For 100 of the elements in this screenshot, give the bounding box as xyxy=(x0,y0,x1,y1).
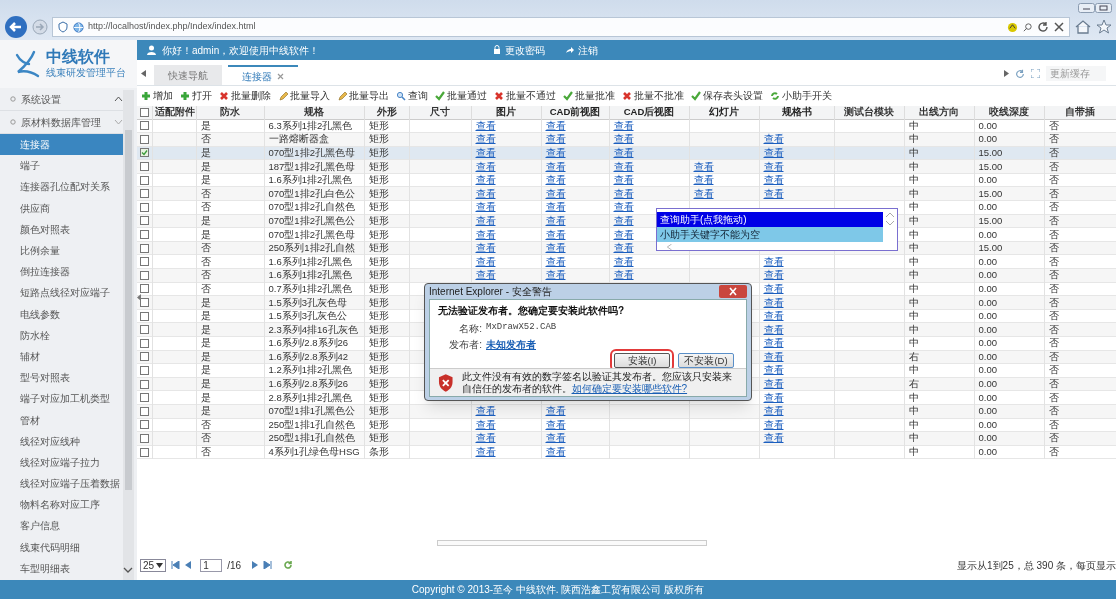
view-link[interactable]: 查看 xyxy=(545,242,566,254)
column-header[interactable]: 规格书 xyxy=(781,106,812,118)
checkbox[interactable] xyxy=(140,270,149,280)
view-link[interactable]: 查看 xyxy=(763,147,784,158)
view-link[interactable]: 查看 xyxy=(475,432,496,444)
helper-item[interactable]: 小助手关键字不能为空 xyxy=(657,227,883,242)
column-header[interactable]: CAD后视图 xyxy=(623,106,675,118)
refresh-icon[interactable] xyxy=(1037,21,1049,33)
scroll-down-icon[interactable] xyxy=(123,566,133,574)
view-link[interactable]: 查看 xyxy=(545,174,566,186)
reload-icon[interactable] xyxy=(283,560,294,570)
tab[interactable]: 快速导航 xyxy=(154,65,222,85)
view-link[interactable]: 查看 xyxy=(613,147,634,158)
view-link[interactable]: 查看 xyxy=(545,446,566,458)
view-link[interactable]: 查看 xyxy=(693,187,714,199)
view-link[interactable]: 查看 xyxy=(613,119,634,131)
toolbar-button[interactable]: 批量导入 xyxy=(278,88,330,104)
scroll-left-icon[interactable] xyxy=(141,70,146,77)
scrollbar[interactable] xyxy=(123,90,134,580)
view-link[interactable]: 查看 xyxy=(763,364,784,376)
view-link[interactable]: 查看 xyxy=(545,160,566,172)
view-link[interactable]: 查看 xyxy=(763,282,784,294)
view-link[interactable]: 查看 xyxy=(475,174,496,186)
star-icon[interactable] xyxy=(1096,19,1112,35)
page-size-select[interactable]: 25 xyxy=(140,558,167,572)
toolbar-button[interactable]: 批量批准 xyxy=(563,88,615,104)
view-link[interactable]: 查看 xyxy=(475,405,496,417)
sidebar-item[interactable]: 倒拉连接器 xyxy=(0,261,123,283)
view-link[interactable]: 查看 xyxy=(763,350,784,362)
last-page-icon[interactable] xyxy=(263,561,273,569)
column-header[interactable]: 防水 xyxy=(220,106,240,118)
helper-popup[interactable]: 查询助手(点我拖动) 小助手关键字不能为空 xyxy=(656,208,898,251)
top-bar-link[interactable]: 注销 xyxy=(565,42,598,58)
view-link[interactable]: 查看 xyxy=(613,269,634,281)
toolbar-button[interactable]: 批量通过 xyxy=(435,88,487,104)
view-link[interactable]: 查看 xyxy=(613,187,634,199)
view-link[interactable]: 查看 xyxy=(763,160,784,172)
toolbar-button[interactable]: 小助手开关 xyxy=(770,88,832,104)
address-bar[interactable]: http://localhost/index.php/Index/index.html xyxy=(52,17,1070,37)
view-link[interactable]: 查看 xyxy=(545,405,566,417)
checkbox[interactable] xyxy=(140,243,149,253)
checkbox[interactable] xyxy=(140,311,149,321)
view-link[interactable]: 查看 xyxy=(763,432,784,444)
sidebar-item[interactable]: 端子对应加工机类型 xyxy=(0,388,123,410)
checkbox[interactable] xyxy=(140,420,149,430)
helper-item[interactable]: 查询助手(点我拖动) xyxy=(657,212,883,227)
checkbox[interactable] xyxy=(140,447,149,457)
view-link[interactable]: 查看 xyxy=(763,337,784,349)
sidebar-item[interactable]: 电线参数 xyxy=(0,303,123,325)
horizontal-scrollbar[interactable] xyxy=(437,540,707,546)
checkbox[interactable] xyxy=(140,121,149,131)
view-link[interactable]: 查看 xyxy=(545,201,566,213)
view-link[interactable]: 查看 xyxy=(763,391,784,403)
column-header[interactable]: 尺寸 xyxy=(430,106,450,118)
sidebar-item[interactable]: 管材 xyxy=(0,409,123,431)
checkbox[interactable] xyxy=(140,406,149,416)
dialog-button[interactable]: 不安装(D) xyxy=(678,353,734,368)
checkbox[interactable] xyxy=(140,189,149,199)
view-link[interactable]: 查看 xyxy=(545,269,566,281)
view-link[interactable]: 查看 xyxy=(545,228,566,240)
view-link[interactable]: 查看 xyxy=(545,119,566,131)
tab[interactable]: 连接器 xyxy=(228,65,298,85)
checkbox[interactable] xyxy=(140,284,149,294)
column-header[interactable]: 外形 xyxy=(376,106,397,118)
sidebar-item[interactable]: 连接器 xyxy=(0,134,123,156)
column-header[interactable]: 图片 xyxy=(496,106,516,118)
checkbox[interactable] xyxy=(140,202,149,212)
view-link[interactable]: 查看 xyxy=(613,228,634,240)
column-header[interactable]: CAD前视图 xyxy=(549,106,601,118)
sidebar-item[interactable]: 线径对应端子拉力 xyxy=(0,451,123,473)
toolbar-button[interactable]: 查询 xyxy=(396,88,428,104)
sidebar-item[interactable]: 客户信息 xyxy=(0,515,123,537)
checkbox[interactable] xyxy=(140,366,149,375)
view-link[interactable]: 查看 xyxy=(763,174,784,186)
view-link[interactable]: 查看 xyxy=(613,133,634,145)
view-link[interactable]: 查看 xyxy=(763,418,784,430)
toolbar-button[interactable]: 批量不批准 xyxy=(622,88,684,104)
column-header[interactable]: 测试台模块 xyxy=(844,106,894,118)
view-link[interactable]: 查看 xyxy=(763,296,784,308)
first-page-icon[interactable] xyxy=(171,561,181,569)
checkbox[interactable] xyxy=(140,162,149,172)
publisher-link[interactable]: 未知发布者 xyxy=(486,337,536,352)
checkbox[interactable] xyxy=(140,352,149,362)
view-link[interactable]: 查看 xyxy=(693,160,714,172)
sidebar-item[interactable]: 物料名称对应工序 xyxy=(0,494,123,516)
view-link[interactable]: 查看 xyxy=(763,255,784,267)
close-icon[interactable] xyxy=(719,285,747,298)
view-link[interactable]: 查看 xyxy=(475,187,496,199)
sidebar-item[interactable]: 线径对应线种 xyxy=(0,430,123,452)
checkbox[interactable] xyxy=(140,393,149,403)
checkbox[interactable] xyxy=(140,325,149,335)
sidebar-item[interactable]: 端子 xyxy=(0,155,123,177)
view-link[interactable]: 查看 xyxy=(613,201,634,213)
checkbox[interactable] xyxy=(140,216,149,226)
view-link[interactable]: 查看 xyxy=(613,242,634,254)
view-link[interactable]: 查看 xyxy=(693,174,714,186)
sidebar-item[interactable]: 供应商 xyxy=(0,197,123,219)
view-link[interactable]: 查看 xyxy=(763,310,784,322)
checkbox[interactable] xyxy=(140,379,149,389)
view-link[interactable]: 查看 xyxy=(545,432,566,444)
